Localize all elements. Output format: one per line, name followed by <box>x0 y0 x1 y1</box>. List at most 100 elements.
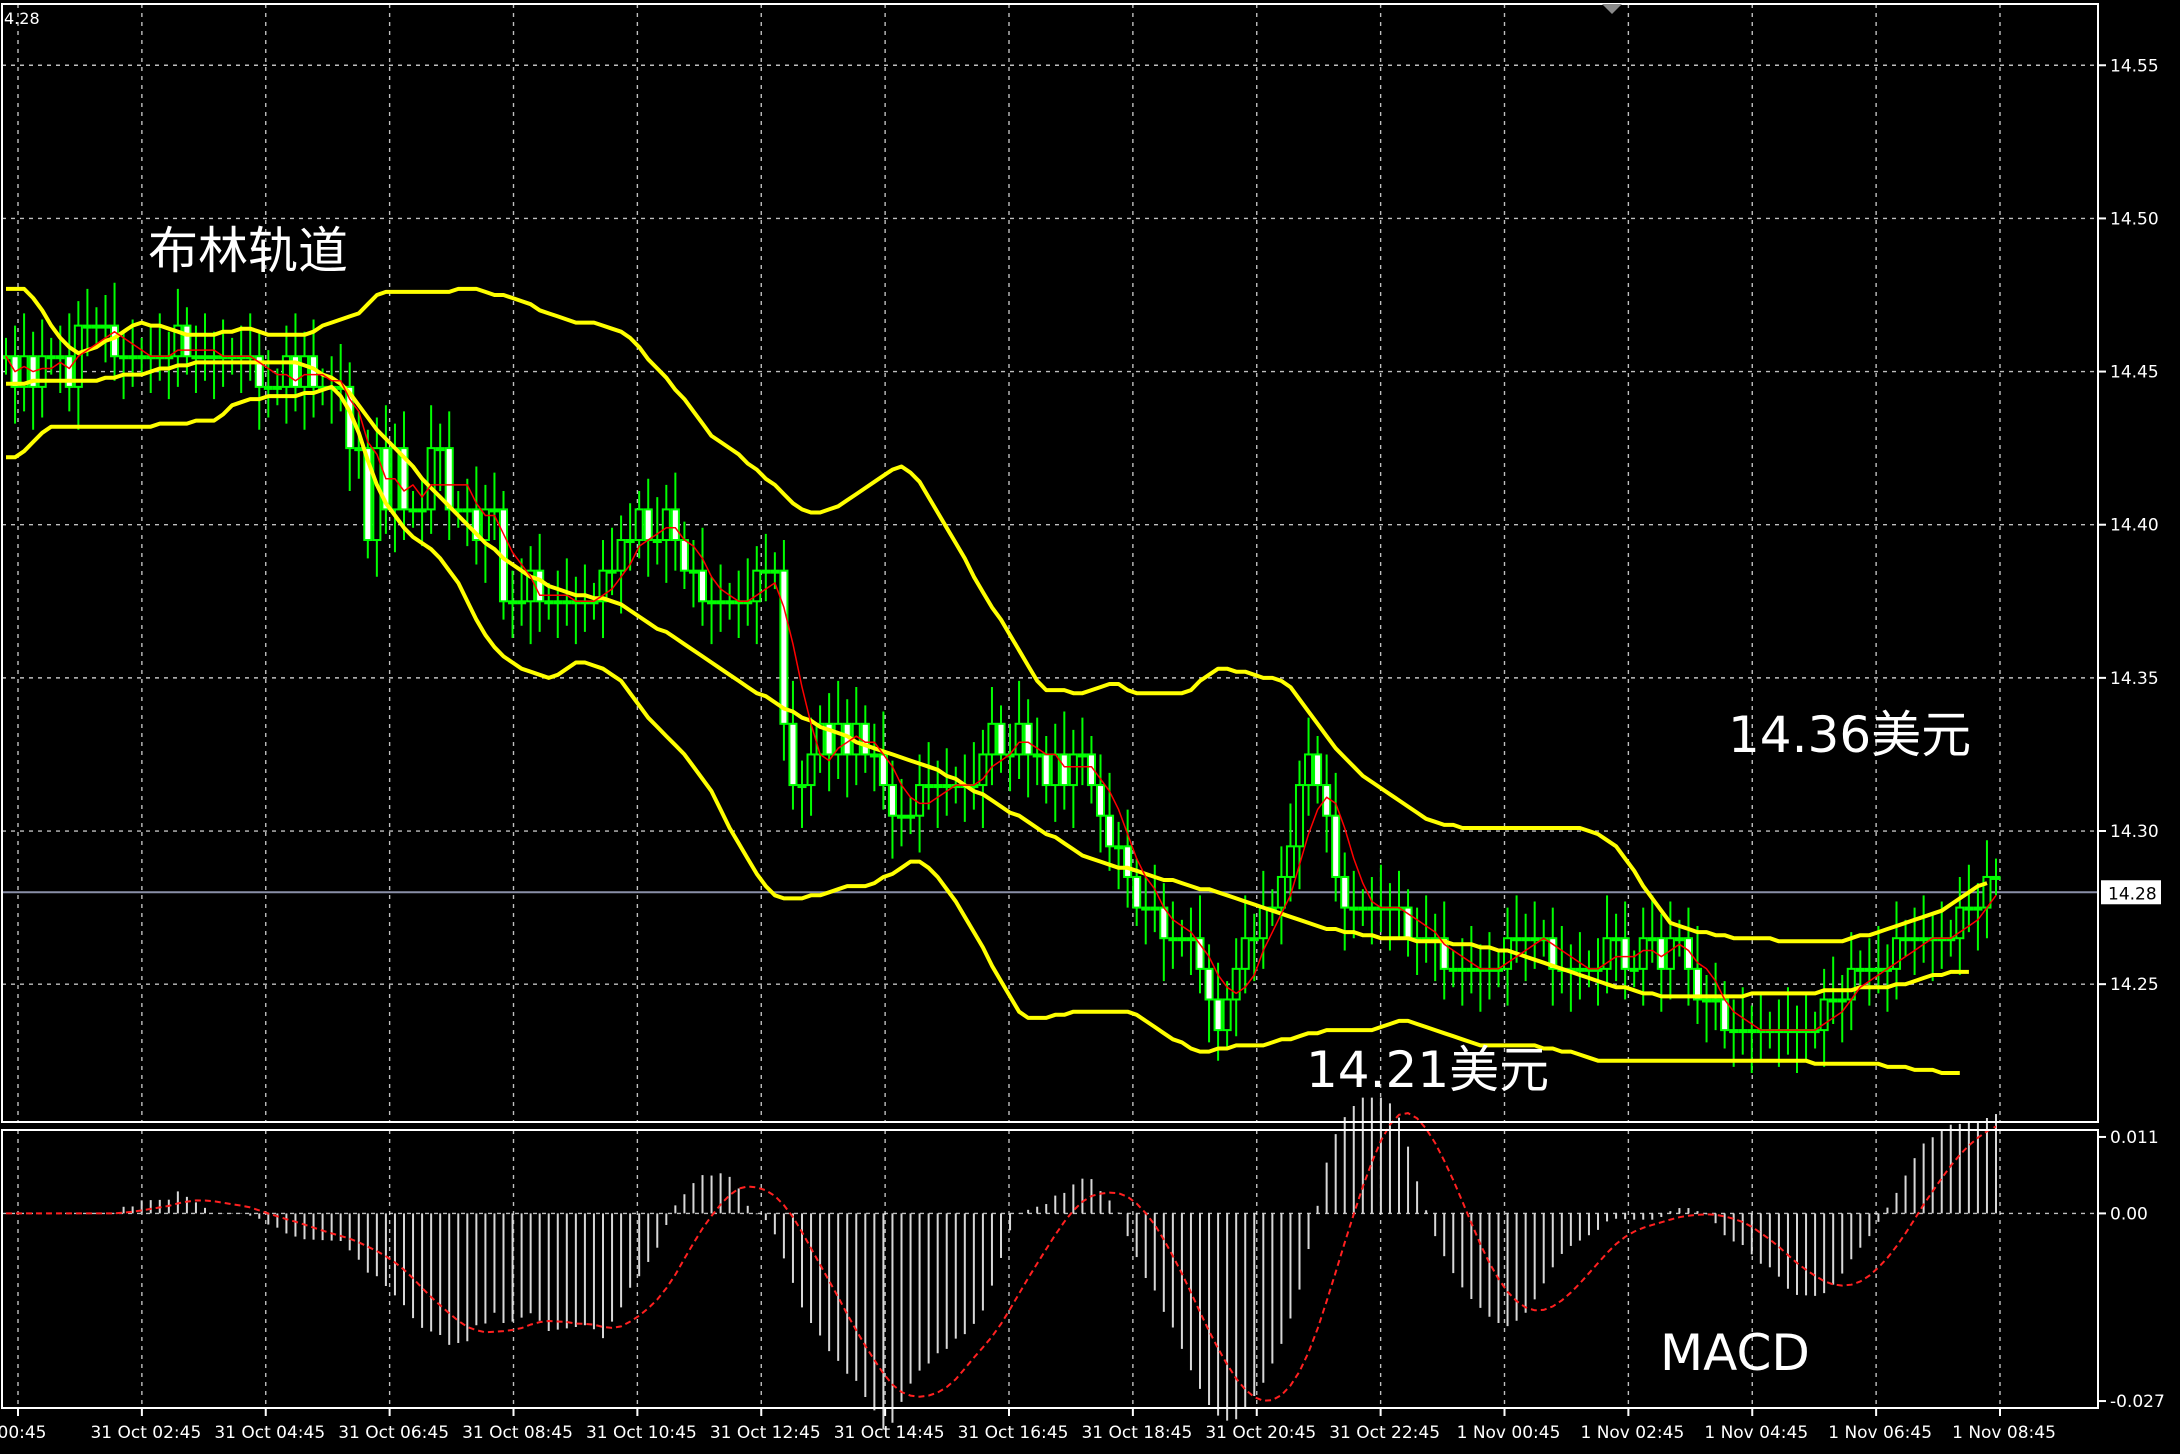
candle-body-bullish <box>1919 937 1929 942</box>
candle-body-bullish <box>1638 937 1648 970</box>
candle-body-bullish <box>725 600 735 605</box>
candle-body-bullish <box>272 385 282 390</box>
candle-body-bearish <box>1340 875 1350 909</box>
candle-body-bullish <box>933 784 943 789</box>
candle-body-bullish <box>1837 998 1847 1003</box>
candle-body-bullish <box>942 784 952 789</box>
candle-body-bullish <box>1521 937 1531 942</box>
candle-body-bullish <box>1285 845 1295 878</box>
candle-body-bullish <box>1349 906 1359 911</box>
candle-body-bearish <box>788 722 798 787</box>
candle-body-bullish <box>1032 753 1042 758</box>
candle-body-bullish <box>833 722 843 756</box>
candle-body-bullish <box>1711 998 1721 1003</box>
candle-body-bullish <box>91 324 101 329</box>
candle-body-bullish <box>1982 875 1992 909</box>
candle-body-bullish <box>544 600 554 605</box>
candle-body-bearish <box>1656 937 1666 970</box>
candle-body-bullish <box>426 447 436 511</box>
macd-y-tick-label: 0.00 <box>2110 1204 2148 1224</box>
current-price-label: 14.28 <box>2108 884 2157 904</box>
candle-body-bearish <box>1023 722 1033 756</box>
candle-body-bullish <box>417 508 427 513</box>
candle-body-bullish <box>1855 967 1865 972</box>
candle-body-bullish <box>1846 967 1856 1001</box>
candle-body-bearish <box>670 508 680 542</box>
candle-body-bullish <box>634 508 644 542</box>
macd-y-tick-label: -0.027 <box>2110 1392 2165 1412</box>
candle-body-bullish <box>1665 937 1675 970</box>
candle-body-bullish <box>553 600 563 605</box>
candle-body-bullish <box>354 447 364 452</box>
x-tick-label: 31 Oct 18:45 <box>1081 1423 1192 1443</box>
candle-body-bullish <box>119 355 129 360</box>
candle-body-bullish <box>562 600 572 605</box>
candle-body-bullish <box>1186 937 1196 942</box>
y-tick-label: 14.55 <box>2110 56 2159 76</box>
x-tick-label: 31 Oct 08:45 <box>462 1423 573 1443</box>
candle-body-bullish <box>435 447 445 452</box>
candle-body-bullish <box>263 385 273 390</box>
candle-body-bearish <box>860 722 870 756</box>
x-tick-label: 1 Nov 00:45 <box>1457 1423 1561 1443</box>
candle-body-bullish <box>1304 753 1314 787</box>
x-tick-label: 31 Oct 06:45 <box>338 1423 449 1443</box>
candle-body-bullish <box>896 814 907 819</box>
candle-body-bullish <box>688 569 698 574</box>
candle-body-bullish <box>508 600 518 605</box>
candle-body-bearish <box>643 508 653 542</box>
annotation-low: 14.21美元 <box>1306 1041 1549 1099</box>
x-tick-label: 31 Oct 04:45 <box>214 1423 325 1443</box>
y-tick-label: 14.25 <box>2110 975 2159 995</box>
candle-body-bullish <box>1873 967 1883 972</box>
candle-body-bullish <box>987 722 997 756</box>
candle-body-bullish <box>1367 906 1377 911</box>
candle-body-bullish <box>616 539 626 572</box>
candle-body-bullish <box>1068 753 1078 787</box>
candle-body-bullish <box>1964 906 1974 911</box>
candle-body-bullish <box>661 508 671 542</box>
candle-body-bullish <box>1077 753 1087 758</box>
macd-y-tick-label: 0.011 <box>2110 1128 2159 1148</box>
candle-body-bullish <box>480 508 490 542</box>
candle-body-bullish <box>1168 937 1178 942</box>
candle-body-bullish <box>1738 1029 1748 1034</box>
candle-body-bullish <box>46 355 56 360</box>
candle-body-bullish <box>1457 967 1467 972</box>
macd-label: MACD <box>1660 1324 1810 1382</box>
candle-body-bullish <box>770 569 780 574</box>
candle-body-bullish <box>1729 1029 1739 1034</box>
candle-body-bullish <box>517 600 527 605</box>
candle-body-bearish <box>679 539 689 572</box>
candle-body-bullish <box>209 355 219 360</box>
candle-body-bullish <box>408 508 418 513</box>
candle-body-bullish <box>1222 998 1232 1032</box>
x-tick-label: 31 Oct 02:45 <box>90 1423 201 1443</box>
candle-body-bullish <box>1647 937 1657 942</box>
candle-body-bullish <box>924 784 934 789</box>
y-tick-label: 14.45 <box>2110 363 2159 383</box>
candle-body-bullish <box>652 539 662 544</box>
candle-body-bearish <box>779 569 789 725</box>
candle-body-bullish <box>1530 937 1540 942</box>
candle-body-bearish <box>1620 937 1630 970</box>
y-tick-label: 14.40 <box>2110 516 2159 536</box>
candle-body-bearish <box>444 447 454 511</box>
candle-body-bearish <box>182 324 192 358</box>
candle-body-bearish <box>1313 753 1323 787</box>
candle-body-bullish <box>100 324 111 329</box>
candle-body-bullish <box>1014 722 1024 756</box>
candle-body-bullish <box>489 508 499 513</box>
candle-body-bearish <box>878 753 888 787</box>
candle-body-bullish <box>1240 937 1250 970</box>
annotation-high: 14.36美元 <box>1728 706 1971 764</box>
candle-body-bearish <box>1195 937 1205 970</box>
candle-body-bullish <box>1466 967 1476 972</box>
candle-body-bearish <box>1204 967 1214 1001</box>
candle-body-bullish <box>299 355 310 388</box>
candle-body-bullish <box>797 784 807 789</box>
scale-corner-label: 4.28 <box>4 9 40 28</box>
candle-body-bullish <box>1973 906 1983 911</box>
candle-body-bullish <box>82 324 92 329</box>
candle-body-bullish <box>1050 753 1060 787</box>
